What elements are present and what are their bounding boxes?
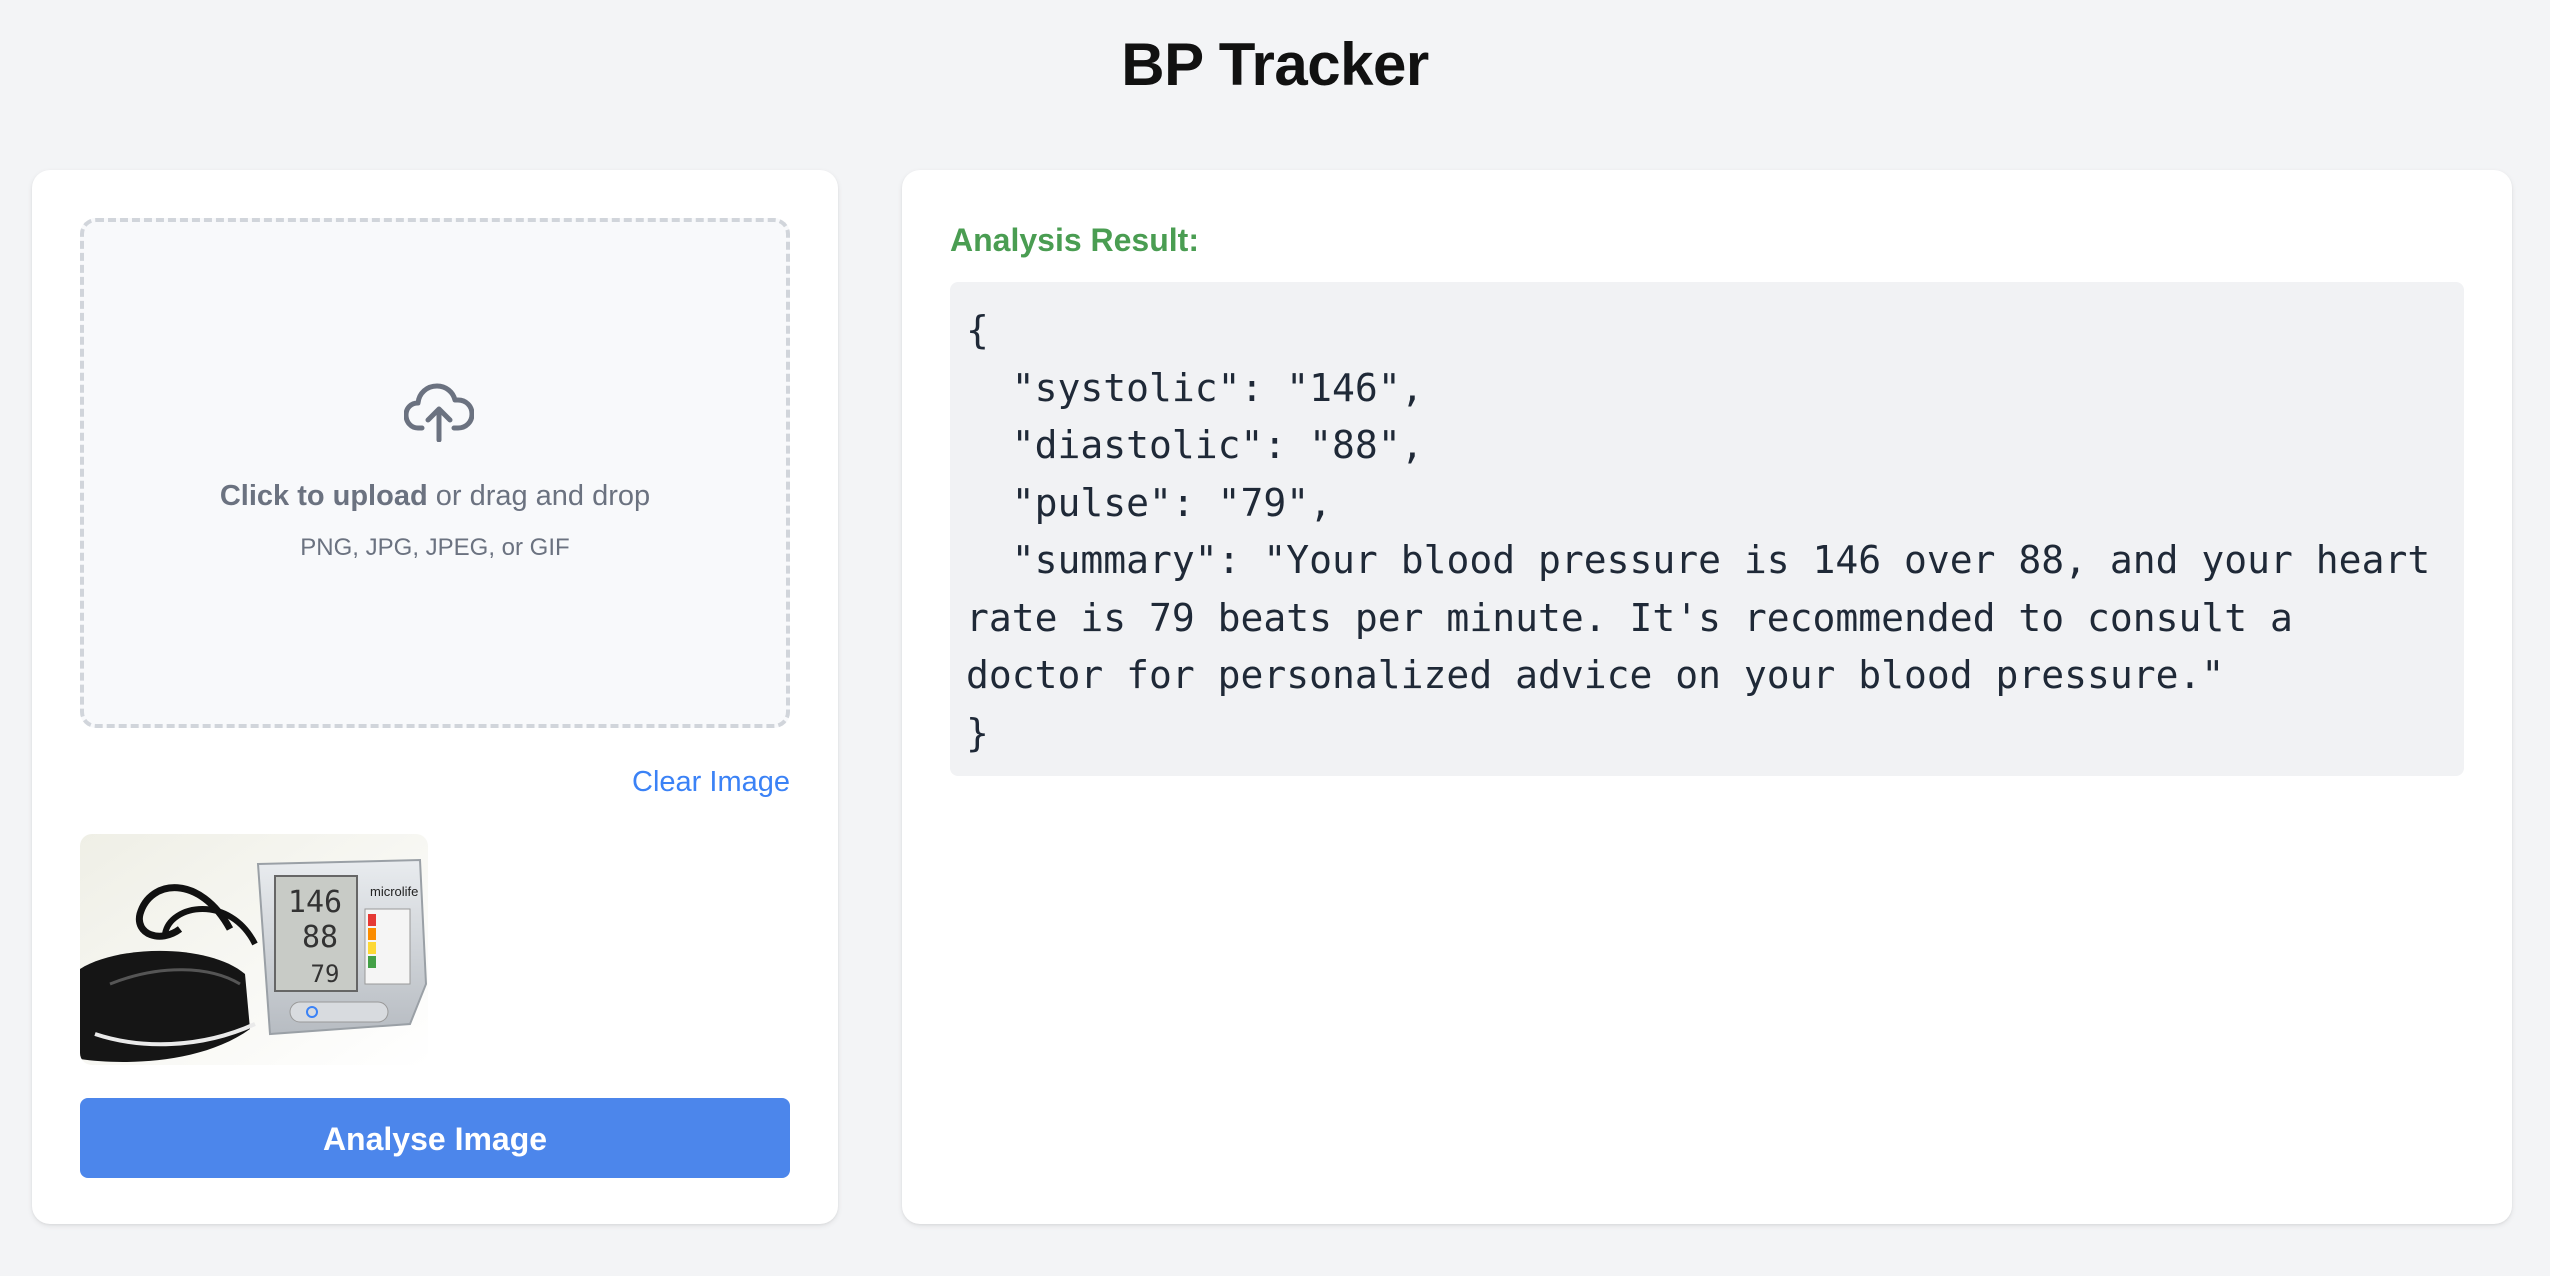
preview-digit-3: 79: [311, 960, 340, 988]
preview-digit-2: 88: [302, 920, 338, 955]
analysis-result-json: { "systolic": "146", "diastolic": "88", …: [966, 308, 2431, 755]
upload-instructions: Click to upload or drag and drop: [84, 480, 786, 513]
drag-drop-label: or drag and drop: [427, 480, 651, 512]
preview-brand: microlife: [370, 884, 418, 899]
click-to-upload-label: Click to upload: [219, 480, 428, 512]
analyse-image-button[interactable]: Analyse Image: [80, 1098, 790, 1178]
analysis-result-heading: Analysis Result:: [950, 222, 1199, 258]
preview-digit-1: 146: [288, 885, 342, 920]
file-type-hint: PNG, JPG, JPEG, or GIF: [300, 534, 570, 561]
upload-card: Click to upload or drag and drop PNG, JP…: [32, 170, 838, 1224]
result-card: Analysis Result: { "systolic": "146", "d…: [902, 170, 2512, 1224]
cloud-upload-icon: [404, 383, 474, 442]
page-title: BP Tracker: [1121, 31, 1429, 98]
upload-dropzone[interactable]: Click to upload or drag and drop PNG, JP…: [80, 218, 790, 728]
analysis-result-box: { "systolic": "146", "diastolic": "88", …: [950, 282, 2464, 776]
uploaded-image-preview: 146 88 79 microlife: [80, 834, 428, 1065]
clear-image-link[interactable]: Clear Image: [632, 766, 790, 799]
